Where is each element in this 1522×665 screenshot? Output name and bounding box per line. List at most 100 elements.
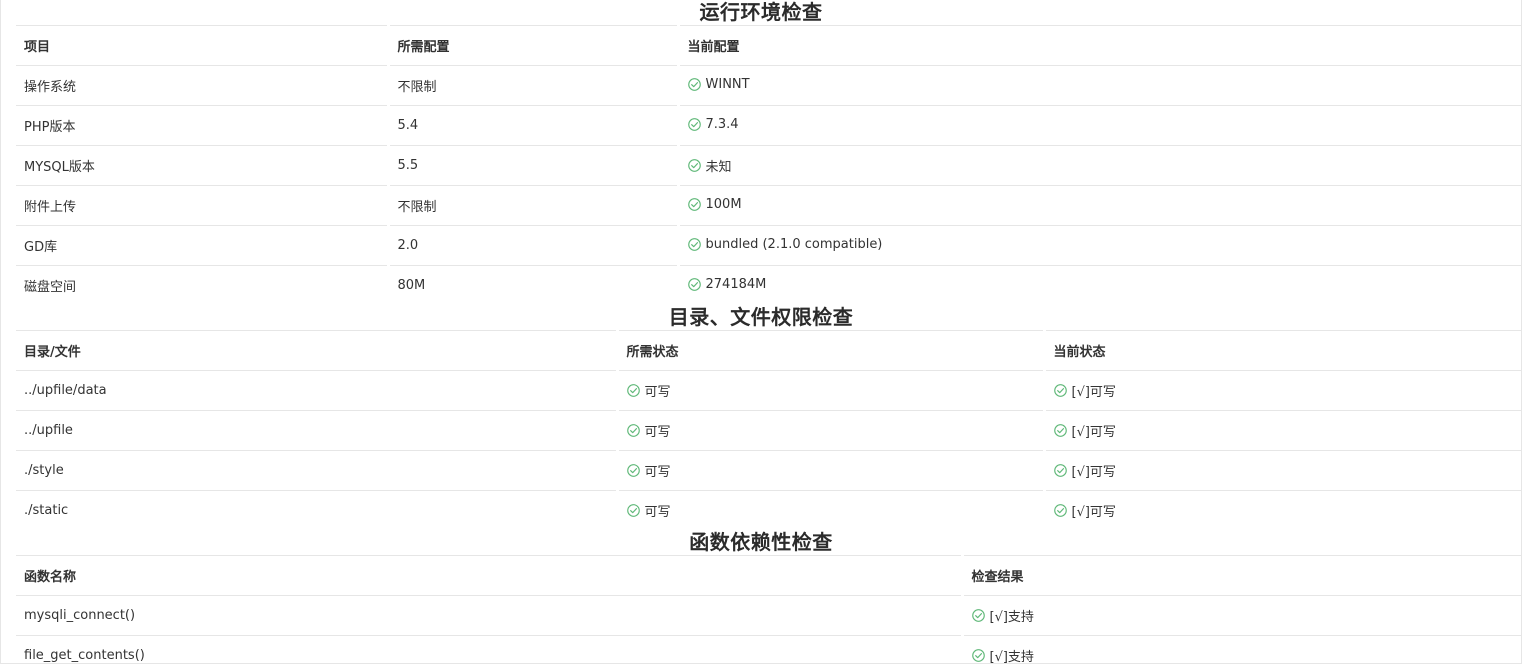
dir-header-path: 目录/文件 (16, 330, 619, 371)
env-required-cell: 5.4 (388, 105, 680, 146)
dir-header-required: 所需状态 (617, 330, 1046, 371)
env-check-row: 磁盘空间 80M 274184M (16, 265, 1521, 305)
func-result-cell: [√]支持 (962, 635, 1521, 664)
func-result-cell-text: [√]支持 (989, 649, 1034, 664)
dir-current-cell: [√]可写 (1044, 450, 1521, 491)
env-item-cell: 附件上传 (16, 185, 390, 226)
dir-required-cell-text: 可写 (644, 424, 671, 440)
dir-required-cell-text: 可写 (644, 464, 671, 480)
env-check-row: 附件上传 不限制 100M (16, 185, 1521, 226)
circle-check-icon (687, 117, 701, 131)
env-header-required: 所需配置 (388, 25, 680, 66)
dir-current-cell-status: [√]可写 (1053, 461, 1116, 480)
install-check-page: 运行环境检查 项目 所需配置 当前配置 操作系统 不限制 WINNT PHP版本 5.4… (0, 0, 1522, 664)
func-name-cell: file_get_contents() (16, 635, 964, 663)
env-current-cell: 274184M (678, 265, 1521, 305)
circle-check-icon (687, 237, 701, 251)
env-current-cell-text: 100M (705, 196, 742, 212)
dir-path-cell: ../upfile (16, 410, 619, 451)
func-check-row: file_get_contents() [√]支持 (16, 635, 1521, 664)
dir-check-row: ./static 可写 [√]可写 (16, 490, 1521, 530)
dir-required-cell: 可写 (617, 370, 1046, 411)
env-current-cell-status: 7.3.4 (687, 116, 739, 132)
env-check-row: MYSQL版本 5.5 未知 (16, 145, 1521, 186)
dir-required-cell-text: 可写 (644, 384, 671, 400)
env-check-row: GD库 2.0 bundled (2.1.0 compatible) (16, 225, 1521, 266)
env-header-item: 项目 (16, 25, 390, 66)
func-check-header-row: 函数名称 检查结果 (16, 555, 1521, 596)
func-check-row: mysqli_connect() [√]支持 (16, 595, 1521, 636)
func-header-result: 检查结果 (962, 555, 1521, 596)
env-current-cell-status: 未知 (687, 156, 732, 175)
dir-current-cell-text: [√]可写 (1071, 384, 1116, 400)
func-result-cell-status: [√]支持 (971, 646, 1034, 664)
dir-current-cell-status: [√]可写 (1053, 501, 1116, 520)
env-current-cell: bundled (2.1.0 compatible) (678, 225, 1521, 266)
circle-check-icon (1053, 423, 1067, 437)
circle-check-icon (1053, 463, 1067, 477)
dir-current-cell-text: [√]可写 (1071, 464, 1116, 480)
dir-required-cell: 可写 (617, 410, 1046, 451)
env-current-cell-text: WINNT (705, 76, 750, 92)
dir-check-row: ../upfile 可写 [√]可写 (16, 410, 1521, 451)
dir-check-body: ../upfile/data 可写 [√]可写 ../upfile 可写 [√]可写 ./s… (16, 370, 1521, 530)
dir-required-cell-status: 可写 (626, 421, 671, 440)
env-current-cell: WINNT (678, 65, 1521, 106)
circle-check-icon (1053, 383, 1067, 397)
env-check-row: 操作系统 不限制 WINNT (16, 65, 1521, 106)
env-check-table: 项目 所需配置 当前配置 操作系统 不限制 WINNT PHP版本 5.4 7.3.4 MY… (16, 25, 1521, 305)
env-required-cell: 不限制 (388, 185, 680, 226)
dir-header-current: 当前状态 (1044, 330, 1521, 371)
env-current-cell-text: 未知 (705, 159, 732, 175)
dir-current-cell-status: [√]可写 (1053, 381, 1116, 400)
env-current-cell-status: WINNT (687, 76, 750, 92)
func-result-cell-status: [√]支持 (971, 606, 1034, 625)
env-current-cell-status: 100M (687, 196, 742, 212)
env-current-cell-text: 274184M (705, 276, 767, 292)
env-required-cell: 80M (388, 265, 680, 305)
dir-current-cell-text: [√]可写 (1071, 424, 1116, 440)
env-current-cell-text: 7.3.4 (705, 116, 739, 132)
func-result-cell: [√]支持 (962, 595, 1521, 636)
env-check-row: PHP版本 5.4 7.3.4 (16, 105, 1521, 146)
dir-required-cell-text: 可写 (644, 504, 671, 520)
dir-current-cell: [√]可写 (1044, 410, 1521, 451)
env-required-cell: 5.5 (388, 145, 680, 186)
circle-check-icon (687, 158, 701, 172)
dir-current-cell-status: [√]可写 (1053, 421, 1116, 440)
env-check-header-row: 项目 所需配置 当前配置 (16, 25, 1521, 66)
dir-check-table: 目录/文件 所需状态 当前状态 ../upfile/data 可写 [√]可写 ../… (16, 330, 1521, 530)
env-check-body: 操作系统 不限制 WINNT PHP版本 5.4 7.3.4 MYSQL版本 5.5 未知 附件上… (16, 65, 1521, 305)
circle-check-icon (971, 648, 985, 662)
env-current-cell: 未知 (678, 145, 1521, 186)
circle-check-icon (626, 463, 640, 477)
circle-check-icon (687, 77, 701, 91)
env-item-cell: 磁盘空间 (16, 265, 390, 305)
env-item-cell: GD库 (16, 225, 390, 266)
dir-current-cell: [√]可写 (1044, 490, 1521, 530)
env-required-cell: 不限制 (388, 65, 680, 106)
circle-check-icon (626, 423, 640, 437)
dir-required-cell: 可写 (617, 450, 1046, 491)
func-check-title: 函数依赖性检查 (689, 530, 833, 554)
func-header-name: 函数名称 (16, 555, 964, 596)
func-name-cell: mysqli_connect() (16, 595, 964, 636)
func-result-cell-text: [√]支持 (989, 609, 1034, 625)
dir-check-row: ./style 可写 [√]可写 (16, 450, 1521, 491)
dir-required-cell-status: 可写 (626, 501, 671, 520)
env-current-cell: 100M (678, 185, 1521, 226)
circle-check-icon (626, 503, 640, 517)
env-current-cell: 7.3.4 (678, 105, 1521, 146)
env-current-cell-text: bundled (2.1.0 compatible) (705, 236, 883, 252)
env-required-cell: 2.0 (388, 225, 680, 266)
dir-required-cell: 可写 (617, 490, 1046, 530)
dir-path-cell: ./static (16, 490, 619, 530)
env-check-title: 运行环境检查 (699, 0, 823, 24)
dir-required-cell-status: 可写 (626, 461, 671, 480)
env-item-cell: PHP版本 (16, 105, 390, 146)
env-item-cell: MYSQL版本 (16, 145, 390, 186)
dir-check-row: ../upfile/data 可写 [√]可写 (16, 370, 1521, 411)
func-check-table: 函数名称 检查结果 mysqli_connect() [√]支持 file_get_… (16, 555, 1521, 664)
env-current-cell-status: 274184M (687, 276, 767, 292)
dir-check-title: 目录、文件权限检查 (668, 305, 854, 329)
